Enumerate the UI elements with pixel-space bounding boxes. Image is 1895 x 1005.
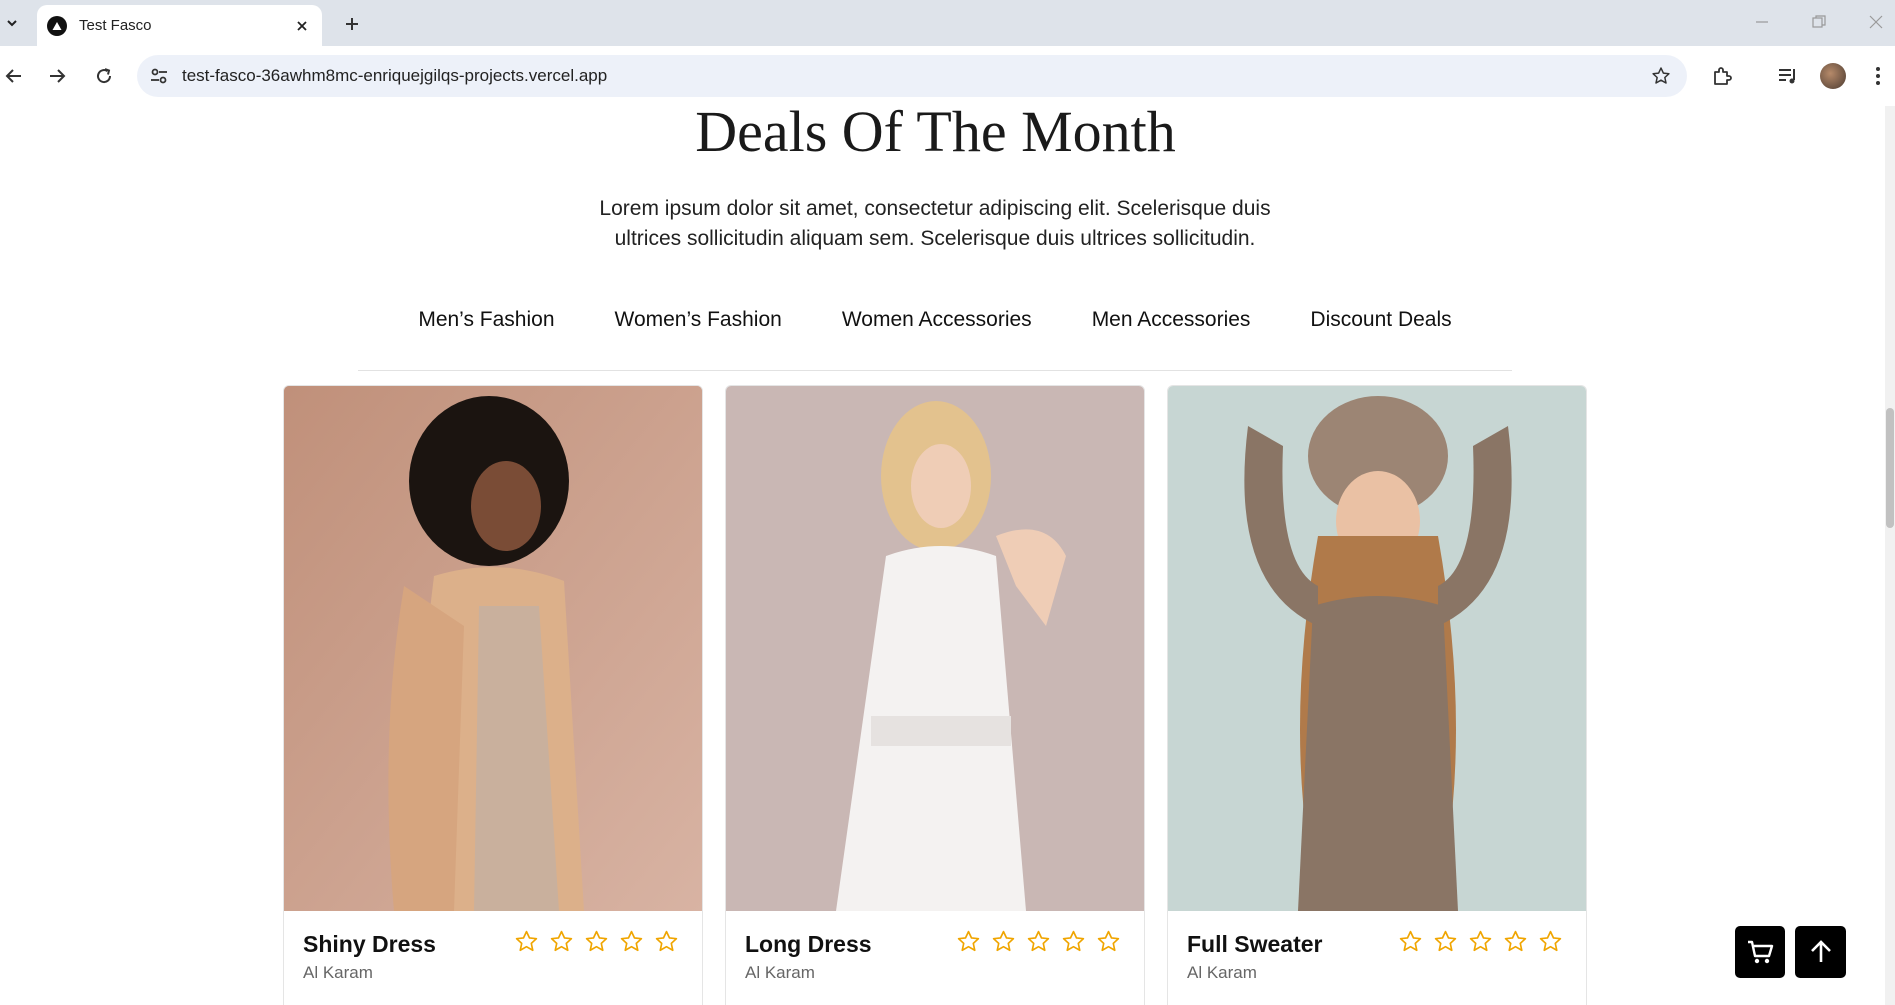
star-outline-icon bbox=[1097, 930, 1120, 952]
star-outline-icon bbox=[1399, 930, 1422, 952]
star-outline-icon bbox=[1539, 930, 1562, 952]
bookmark-star-icon[interactable] bbox=[1649, 64, 1673, 88]
site-info-icon[interactable] bbox=[147, 64, 171, 88]
star-outline-icon bbox=[515, 930, 538, 952]
restore-window-button[interactable] bbox=[1799, 8, 1839, 36]
vercel-favicon-icon bbox=[47, 15, 67, 36]
browser-menu-icon[interactable] bbox=[1864, 62, 1892, 90]
back-button[interactable] bbox=[0, 62, 28, 90]
star-outline-icon bbox=[1434, 930, 1457, 952]
star-outline-icon bbox=[1027, 930, 1050, 952]
arrow-right-icon bbox=[50, 69, 66, 83]
scrollbar-thumb[interactable] bbox=[1886, 408, 1894, 528]
arrow-up-icon bbox=[1810, 940, 1831, 962]
section-description: Lorem ipsum dolor sit amet, consectetur … bbox=[599, 197, 1271, 250]
star-outline-icon bbox=[1504, 930, 1527, 952]
browser-toolbar: test-fasco-36awhm8mc-enriquejgilqs-proje… bbox=[0, 46, 1895, 107]
page-viewport: Deals Of The Month Lorem ipsum dolor sit… bbox=[0, 106, 1885, 1005]
cart-button[interactable] bbox=[1735, 926, 1785, 978]
browser-tab[interactable]: Test Fasco bbox=[37, 5, 322, 46]
tab-title: Test Fasco bbox=[79, 17, 152, 34]
chevron-down-icon bbox=[7, 20, 17, 27]
star-outline-icon bbox=[550, 930, 573, 952]
minimize-window-button[interactable] bbox=[1742, 8, 1782, 36]
rating-stars bbox=[514, 929, 679, 954]
star-outline-icon bbox=[655, 930, 678, 952]
profile-avatar[interactable] bbox=[1820, 63, 1846, 89]
product-card[interactable]: Full Sweater Al Karam bbox=[1167, 385, 1587, 1005]
product-image bbox=[284, 386, 702, 911]
product-brand: Al Karam bbox=[1187, 963, 1257, 982]
close-tab-icon[interactable] bbox=[290, 14, 314, 38]
product-brand: Al Karam bbox=[745, 963, 815, 982]
url-text: test-fasco-36awhm8mc-enriquejgilqs-proje… bbox=[182, 66, 608, 85]
plus-icon bbox=[346, 18, 358, 30]
star-outline-icon bbox=[585, 930, 608, 952]
rating-stars bbox=[1398, 929, 1563, 954]
star-outline-icon bbox=[992, 930, 1015, 952]
page-scrollbar[interactable] bbox=[1885, 106, 1895, 1005]
star-outline-icon bbox=[957, 930, 980, 952]
tab-mens-fashion[interactable]: Men’s Fashion bbox=[418, 306, 554, 370]
product-name: Shiny Dress bbox=[303, 931, 436, 957]
star-outline-icon bbox=[620, 930, 643, 952]
tab-discount-deals[interactable]: Discount Deals bbox=[1310, 306, 1451, 370]
scroll-to-top-button[interactable] bbox=[1795, 926, 1846, 978]
close-window-button[interactable] bbox=[1856, 8, 1895, 36]
extensions-puzzle-icon[interactable] bbox=[1708, 62, 1736, 90]
media-controls-icon[interactable] bbox=[1774, 62, 1802, 90]
product-card[interactable]: Long Dress Al Karam bbox=[725, 385, 1145, 1005]
product-image bbox=[1168, 386, 1586, 911]
new-tab-button[interactable] bbox=[338, 10, 366, 38]
product-name: Long Dress bbox=[745, 931, 872, 957]
tab-search-button[interactable] bbox=[0, 10, 24, 36]
tab-womens-fashion[interactable]: Women’s Fashion bbox=[615, 306, 782, 370]
star-outline-icon bbox=[1469, 930, 1492, 952]
page-title: Deals Of The Month bbox=[695, 106, 1176, 164]
browser-tab-bar: Test Fasco bbox=[0, 0, 1895, 46]
product-card[interactable]: Shiny Dress Al Karam bbox=[283, 385, 703, 1005]
product-brand: Al Karam bbox=[303, 963, 373, 982]
forward-button[interactable] bbox=[43, 62, 71, 90]
category-tabs: Men’s Fashion Women’s Fashion Women Acce… bbox=[358, 306, 1512, 371]
reload-button[interactable] bbox=[90, 62, 118, 90]
arrow-left-icon bbox=[5, 69, 21, 83]
cart-icon bbox=[1748, 940, 1774, 964]
tab-women-accessories[interactable]: Women Accessories bbox=[842, 306, 1032, 370]
star-outline-icon bbox=[1062, 930, 1085, 952]
rating-stars bbox=[956, 929, 1121, 954]
product-name: Full Sweater bbox=[1187, 931, 1323, 957]
product-image bbox=[726, 386, 1144, 911]
reload-icon bbox=[97, 68, 112, 84]
tab-men-accessories[interactable]: Men Accessories bbox=[1092, 306, 1251, 370]
address-bar[interactable]: test-fasco-36awhm8mc-enriquejgilqs-proje… bbox=[137, 55, 1687, 97]
